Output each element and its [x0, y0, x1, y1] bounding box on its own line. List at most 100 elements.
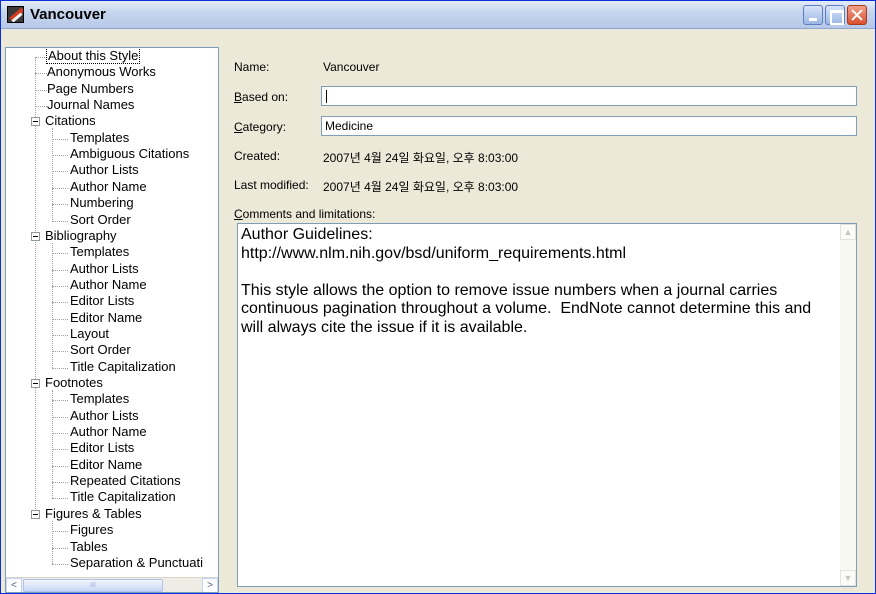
- close-button[interactable]: [847, 5, 867, 25]
- tree-item-anonymous-works[interactable]: Anonymous Works: [46, 65, 157, 81]
- vertical-scrollbar[interactable]: ▲ ▼: [840, 224, 856, 586]
- collapse-toggle-icon[interactable]: [31, 509, 40, 519]
- horizontal-scrollbar[interactable]: < III >: [6, 577, 218, 592]
- tree-item-editor-lists[interactable]: Editor Lists: [69, 294, 135, 310]
- tree-item-page-numbers[interactable]: Page Numbers: [46, 81, 135, 98]
- tree-branch-connector: [52, 465, 68, 467]
- scroll-thumb[interactable]: III: [23, 579, 163, 592]
- window-title: Vancouver: [30, 6, 106, 23]
- tree-item-title-capitalization[interactable]: Title Capitalization: [69, 490, 177, 506]
- tree-group-connector: [52, 242, 53, 368]
- tree-branch-connector: [52, 547, 68, 549]
- tree-item-author-lists[interactable]: Author Lists: [69, 407, 140, 425]
- tree-item-label: Tables: [70, 538, 108, 554]
- tree-item-label: Author Name: [70, 178, 147, 194]
- tree-branch-connector: [52, 269, 68, 271]
- tree-item-label: Editor Lists: [70, 440, 135, 456]
- tree-item-label: Sort Order: [70, 211, 131, 227]
- tree-branch-connector: [52, 285, 68, 287]
- tree-item-author-name[interactable]: Author Name: [69, 425, 148, 441]
- tree-item-label: Numbering: [70, 195, 134, 211]
- tree-item-label: Anonymous Works: [47, 64, 156, 80]
- tree-view[interactable]: About this Style Anonymous Works Page Numb…: [6, 48, 218, 576]
- tree-item-repeated-citations[interactable]: Repeated Citations: [69, 474, 182, 490]
- tree-item-author-name[interactable]: Author Name: [69, 178, 148, 196]
- tree-branch-connector: [52, 531, 68, 533]
- created-value: 2007년 4월 24일 화요일, 오후 8:03:00: [323, 151, 519, 165]
- category-label: Category:: [234, 120, 287, 134]
- tree-item-label: Editor Name: [70, 456, 143, 472]
- tree-item-footnotes[interactable]: Footnotes: [44, 376, 104, 392]
- category-input[interactable]: Medicine: [321, 116, 857, 136]
- tree-branch-connector: [52, 433, 68, 435]
- tree-branch-connector: [52, 220, 68, 222]
- tree-item-templates[interactable]: Templates: [69, 392, 130, 408]
- tree-item-label: Templates: [70, 391, 130, 407]
- collapse-toggle-icon[interactable]: [31, 379, 40, 388]
- style-sections-tree[interactable]: About this Style Anonymous Works Page Numb…: [5, 47, 219, 593]
- tree-branch-connector: [52, 563, 68, 565]
- collapse-toggle-icon[interactable]: [31, 231, 40, 241]
- scroll-grip-icon: III: [90, 582, 96, 589]
- tree-item-label: Editor Lists: [70, 293, 135, 309]
- tree-branch-connector: [52, 482, 68, 484]
- maximize-button[interactable]: [825, 5, 845, 25]
- scroll-left-button[interactable]: <: [6, 578, 22, 592]
- comments-textarea[interactable]: Author Guidelines: http://www.nlm.nih.go…: [237, 223, 857, 587]
- last-modified-value: 2007년 4월 24일 화요일, 오후 8:03:00: [323, 180, 519, 194]
- comments-label: Comments and limitations:: [234, 207, 376, 221]
- scroll-up-button[interactable]: ▲: [840, 224, 856, 240]
- tree-branch-connector: [52, 400, 68, 402]
- tree-branch-connector: [52, 253, 68, 255]
- tree-branch-connector: [52, 204, 68, 206]
- tree-item-bibliography[interactable]: Bibliography: [44, 228, 118, 245]
- title-bar[interactable]: Vancouver: [1, 1, 875, 29]
- tree-branch-connector: [52, 155, 68, 157]
- tree-item-citations[interactable]: Citations: [44, 114, 97, 130]
- endnote-app-icon: [7, 6, 24, 23]
- tree-item-label: Figures & Tables: [45, 505, 142, 521]
- name-label: Name:: [234, 60, 270, 74]
- tree-item-ambiguous-citations[interactable]: Ambiguous Citations: [69, 147, 190, 163]
- tree-item-editor-name[interactable]: Editor Name: [69, 456, 143, 474]
- scroll-right-button[interactable]: >: [202, 578, 218, 592]
- chevron-left-icon: <: [11, 580, 17, 591]
- tree-branch-connector: [52, 138, 68, 140]
- tree-item-label: Author Lists: [70, 407, 139, 423]
- tree-item-label: Footnotes: [45, 375, 103, 390]
- minimize-button[interactable]: [803, 5, 823, 25]
- tree-item-label: Author Lists: [70, 162, 139, 178]
- tree-item-templates[interactable]: Templates: [69, 130, 130, 147]
- based-on-input[interactable]: [321, 86, 857, 106]
- tree-item-layout[interactable]: Layout: [69, 326, 110, 343]
- tree-item-label: Figures: [70, 522, 114, 538]
- tree-item-journal-names[interactable]: Journal Names: [46, 98, 135, 114]
- tree-item-figures[interactable]: Figures: [69, 523, 114, 539]
- tree-item-label: Repeated Citations: [70, 473, 181, 489]
- tree-item-label: Title Capitalization: [70, 358, 176, 374]
- tree-item-author-lists[interactable]: Author Lists: [69, 261, 140, 278]
- tree-item-tables[interactable]: Tables: [69, 538, 109, 556]
- tree-item-numbering[interactable]: Numbering: [69, 196, 135, 212]
- tree-item-templates[interactable]: Templates: [69, 245, 130, 261]
- tree-item-figures-and-tables[interactable]: Figures & Tables: [44, 505, 143, 523]
- tree-item-label: Sort Order: [70, 342, 131, 358]
- tree-item-sort-order[interactable]: Sort Order: [69, 211, 132, 229]
- tree-item-author-lists[interactable]: Author Lists: [69, 163, 140, 179]
- tree-item-editor-lists[interactable]: Editor Lists: [69, 441, 135, 457]
- chevron-down-icon: ▼: [843, 573, 853, 583]
- name-value: Vancouver: [323, 60, 380, 74]
- tree-item-title-capitalization[interactable]: Title Capitalization: [69, 358, 177, 376]
- tree-branch-connector: [52, 302, 68, 304]
- tree-group-connector: [52, 128, 53, 221]
- tree-item-separation-and-punctuati[interactable]: Separation & Punctuati: [69, 555, 204, 572]
- tree-item-editor-name[interactable]: Editor Name: [69, 310, 143, 327]
- tree-item-label: Author Name: [70, 276, 147, 292]
- tree-item-sort-order[interactable]: Sort Order: [69, 343, 132, 359]
- scroll-down-button[interactable]: ▼: [840, 570, 856, 586]
- collapse-toggle-icon[interactable]: [31, 117, 40, 127]
- tree-item-about-this-style[interactable]: About this Style: [46, 48, 141, 65]
- created-label: Created:: [234, 149, 281, 163]
- tree-item-label: Ambiguous Citations: [70, 146, 190, 162]
- tree-item-author-name[interactable]: Author Name: [69, 276, 148, 294]
